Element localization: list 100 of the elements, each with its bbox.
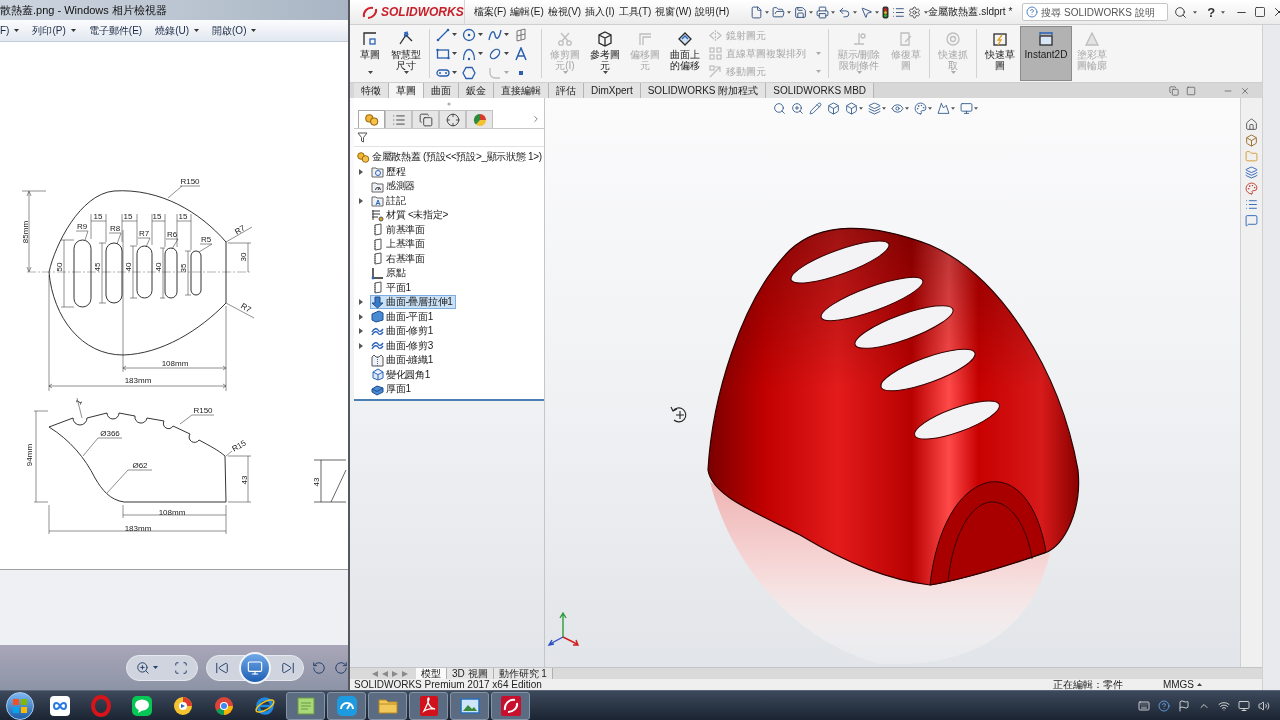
network-icon[interactable] <box>1218 699 1230 712</box>
sketch-tool-button[interactable] <box>436 46 457 61</box>
panel-tab[interactable] <box>466 110 493 128</box>
caret-icon[interactable] <box>882 107 886 110</box>
properties-icon[interactable] <box>892 5 906 19</box>
menu-item[interactable]: 工具(T) <box>617 7 653 17</box>
tab[interactable]: 鈑金 <box>459 83 494 98</box>
undo-icon[interactable] <box>838 5 852 19</box>
monitor-icon[interactable] <box>960 102 973 115</box>
caret-icon[interactable] <box>974 107 978 110</box>
tree-item[interactable]: 曲面-修剪1 <box>370 324 437 339</box>
ribbon-button[interactable]: 草圖 <box>354 26 386 81</box>
caret-icon[interactable] <box>1221 10 1226 14</box>
taskbar-button[interactable] <box>409 691 448 720</box>
cube-icon[interactable] <box>1245 134 1258 147</box>
taskbar-button[interactable] <box>327 691 366 720</box>
tree-item[interactable]: 曲面-平面1 <box>370 309 437 324</box>
ribbon-button[interactable]: 參考圖元 <box>585 26 625 81</box>
scene-icon[interactable] <box>937 102 950 115</box>
search-icon[interactable] <box>1174 5 1188 19</box>
maximize-icon[interactable] <box>1254 6 1267 18</box>
tab[interactable]: DimXpert <box>584 83 641 98</box>
list-icon[interactable] <box>1245 198 1258 211</box>
cube-icon[interactable] <box>827 102 840 115</box>
tree-item[interactable]: 上基準面 <box>370 237 428 252</box>
panel-tab[interactable] <box>412 110 439 128</box>
eye-icon[interactable] <box>891 102 904 115</box>
sketch-tool-button[interactable] <box>436 27 457 42</box>
caret-icon[interactable] <box>859 107 863 110</box>
ribbon-button[interactable]: Instant2D <box>1020 26 1072 81</box>
tree-item[interactable]: 曲面-修剪3 <box>370 338 437 353</box>
tree-item[interactable]: 曲面-縫織1 <box>370 353 437 368</box>
monitor-icon[interactable] <box>1238 699 1250 712</box>
previous-icon[interactable] <box>215 660 229 675</box>
taskbar-button[interactable] <box>491 691 530 720</box>
tree-item[interactable]: 金屬散熱蓋 (預設<<預設>_顯示狀態 1>) <box>356 150 545 165</box>
open-folder-icon[interactable] <box>772 5 786 19</box>
panel-tab[interactable] <box>439 110 466 128</box>
tab[interactable]: 草圖 <box>389 83 424 98</box>
caret-icon[interactable] <box>765 10 770 14</box>
keyboard-icon[interactable] <box>1138 699 1150 712</box>
expand-arrow-icon[interactable] <box>359 342 363 349</box>
caret-icon[interactable] <box>875 10 880 14</box>
tab[interactable]: 直接編輯 <box>494 83 549 98</box>
caret-icon[interactable] <box>924 10 929 14</box>
units-button[interactable]: MMGS <box>1162 679 1202 690</box>
layers-icon[interactable] <box>1245 166 1258 179</box>
cube-icon[interactable] <box>845 102 858 115</box>
chat-icon[interactable] <box>1245 214 1258 227</box>
zoom-in-icon[interactable] <box>791 102 804 115</box>
expand-arrow-icon[interactable] <box>359 313 363 320</box>
caret-icon[interactable] <box>951 107 955 110</box>
sketch-tool-button[interactable] <box>462 27 483 42</box>
tree-item[interactable]: 前基準面 <box>370 222 428 237</box>
fit-frame-icon[interactable] <box>174 660 188 675</box>
tree-item[interactable]: 註記 <box>370 193 409 208</box>
sketch-tool-button[interactable] <box>462 46 483 61</box>
sketch-tool-button[interactable] <box>488 46 509 61</box>
tree-item[interactable]: 變化圓角1 <box>370 367 434 382</box>
tree-item[interactable]: 曲面-疊層拉伸1 <box>370 295 456 310</box>
rotate-left-icon[interactable] <box>312 660 326 675</box>
taskbar-button[interactable] <box>450 691 489 720</box>
next-icon[interactable] <box>281 660 295 675</box>
ribbon-button[interactable]: 快速草圖 <box>980 26 1020 81</box>
tree-item[interactable]: 右基準面 <box>370 251 428 266</box>
tree-item[interactable]: 感測器 <box>370 179 419 194</box>
expand-arrow-icon[interactable] <box>359 197 363 204</box>
filter-icon[interactable] <box>357 132 368 143</box>
menu-item[interactable]: 說明(H) <box>694 7 731 17</box>
caret-icon[interactable] <box>153 666 158 669</box>
tree-item[interactable]: 厚面1 <box>370 382 414 397</box>
save-icon[interactable] <box>794 5 808 19</box>
panel-tab[interactable] <box>358 110 385 128</box>
menu-item[interactable]: 檔案(F) <box>472 7 508 17</box>
ribbon-button[interactable]: 智慧型尺寸 <box>386 26 426 81</box>
sketch-tool-button[interactable] <box>488 27 509 42</box>
settings-icon[interactable] <box>908 5 922 19</box>
caret-icon[interactable] <box>787 10 792 14</box>
caret-icon[interactable] <box>853 10 858 14</box>
tree-item[interactable]: 歷程 <box>370 164 409 179</box>
menu-item[interactable]: 插入(I) <box>584 7 616 17</box>
tab[interactable]: 評估 <box>549 83 584 98</box>
zoom-in-icon[interactable] <box>136 660 150 675</box>
tab[interactable]: 特徵 <box>354 83 389 98</box>
expand-arrow-icon[interactable] <box>359 299 363 306</box>
flag-icon[interactable] <box>1178 699 1190 712</box>
slideshow-button[interactable] <box>239 651 271 684</box>
menu-item[interactable]: 視窗(W) <box>654 7 693 17</box>
tree-item[interactable]: 材質 <未指定> <box>370 208 452 223</box>
restore-icon[interactable] <box>1169 85 1179 96</box>
panel-tab[interactable] <box>385 110 412 128</box>
house-icon[interactable] <box>1245 118 1258 131</box>
caret-icon[interactable] <box>809 10 814 14</box>
caret-icon[interactable] <box>905 107 909 110</box>
caret-icon[interactable] <box>831 10 836 14</box>
ribbon-button[interactable]: 曲面上的偏移 <box>665 26 705 81</box>
traffic-light-icon[interactable] <box>882 5 890 19</box>
help-button[interactable]: ? <box>1207 5 1216 19</box>
tab[interactable]: SOLIDWORKS MBD <box>766 83 875 98</box>
caret-icon[interactable] <box>928 107 932 110</box>
